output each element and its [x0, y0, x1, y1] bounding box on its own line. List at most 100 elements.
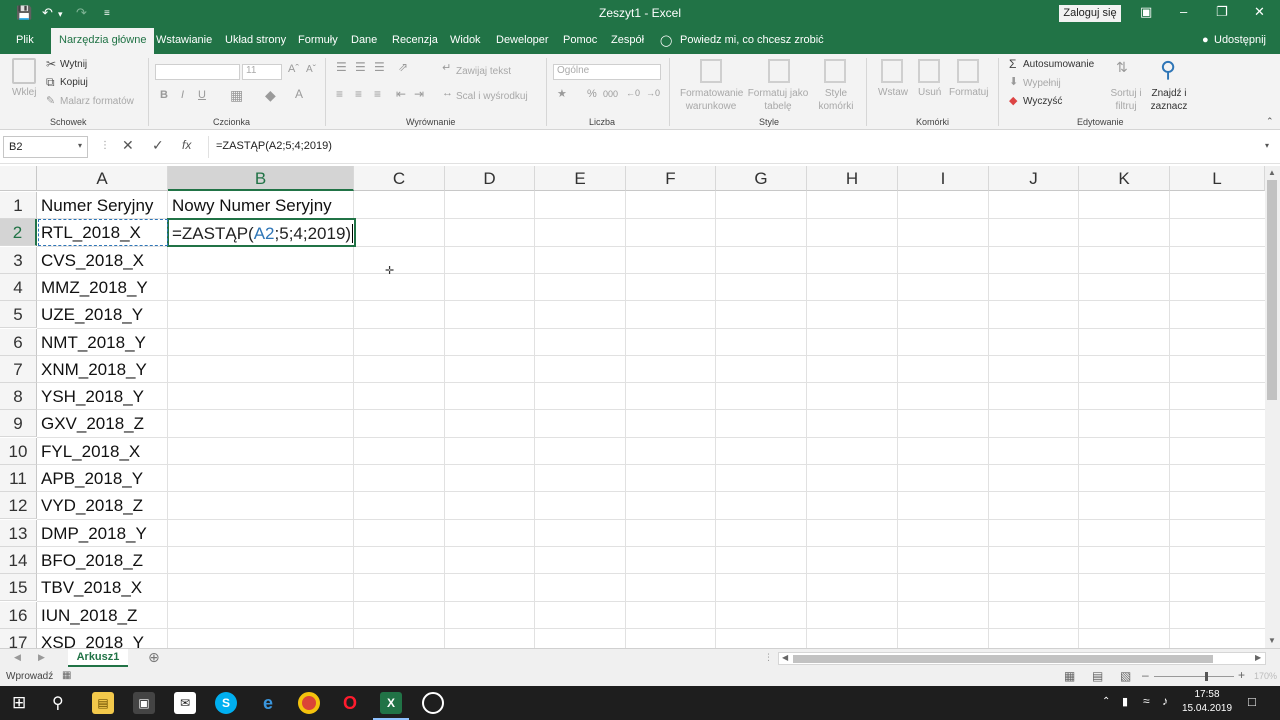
underline-icon[interactable]: U	[198, 89, 206, 101]
normal-view-icon[interactable]: ▦	[1064, 669, 1075, 683]
chrome-icon[interactable]	[298, 692, 320, 714]
volume-icon[interactable]: ♪	[1162, 694, 1168, 708]
row-header-11[interactable]: 11	[0, 465, 37, 492]
row-header-17[interactable]: 17	[0, 628, 37, 648]
column-header-j[interactable]: J	[989, 166, 1079, 191]
align-middle-icon[interactable]: ☰	[355, 60, 366, 74]
tab-uklad-strony[interactable]: Układ strony	[225, 34, 286, 46]
paste-icon[interactable]	[12, 58, 36, 84]
cell-A10[interactable]: FYL_2018_X	[37, 438, 140, 465]
row-header-14[interactable]: 14	[0, 546, 37, 574]
cell-A17[interactable]: XSD_2018_Y	[37, 629, 144, 648]
cell-A7[interactable]: XNM_2018_Y	[37, 356, 147, 383]
copy-button[interactable]: Kopiuj	[60, 77, 88, 88]
cell-A16[interactable]: IUN_2018_Z	[37, 602, 137, 629]
tab-wstawianie[interactable]: Wstawianie	[156, 34, 212, 46]
column-header-h[interactable]: H	[807, 166, 898, 191]
font-color-icon[interactable]: A	[295, 87, 303, 101]
row-header-13[interactable]: 13	[0, 519, 37, 547]
fill-color-icon[interactable]: ◆	[265, 87, 276, 104]
skype-icon[interactable]: S	[215, 692, 237, 714]
add-sheet-icon[interactable]: ⊕	[148, 649, 160, 666]
tab-deweloper[interactable]: Deweloper	[496, 34, 549, 46]
row-header-7[interactable]: 7	[0, 355, 37, 383]
row-header-16[interactable]: 16	[0, 601, 37, 629]
paste-button[interactable]: Wklej	[12, 87, 36, 98]
align-right-icon[interactable]: ≡	[374, 87, 381, 101]
scroll-up-icon[interactable]: ▲	[1268, 168, 1276, 177]
find-select-button[interactable]: Znajdź i zaznacz	[1148, 87, 1190, 113]
cell-styles-button[interactable]: Style komórki	[812, 87, 860, 113]
orientation-icon[interactable]: ⇗	[398, 60, 408, 74]
borders-icon[interactable]: ▦	[230, 87, 243, 104]
name-box[interactable]: B2	[3, 136, 88, 158]
cell-A5[interactable]: UZE_2018_Y	[37, 301, 143, 328]
hscroll-thumb[interactable]	[793, 655, 1213, 663]
windows-start-icon[interactable]: ⊞	[12, 693, 26, 713]
edge-icon[interactable]: e	[257, 692, 279, 714]
shrink-font-icon[interactable]: Aˇ	[306, 64, 316, 75]
decrease-indent-icon[interactable]: ⇤	[396, 87, 406, 101]
scroll-down-icon[interactable]: ▼	[1268, 636, 1276, 645]
increase-indent-icon[interactable]: ⇥	[414, 87, 424, 101]
network-icon[interactable]: ≈	[1143, 694, 1150, 708]
format-cells-button[interactable]: Formatuj	[949, 87, 988, 98]
tell-me-search[interactable]: Powiedz mi, co chcesz zrobić	[680, 34, 824, 46]
cell-B2-editor[interactable]: =ZASTĄP(A2;5;4;2019)	[172, 220, 354, 247]
row-header-10[interactable]: 10	[0, 437, 37, 465]
column-header-l[interactable]: L	[1170, 166, 1265, 191]
horizontal-scrollbar[interactable]: ◀ ▶	[778, 652, 1266, 665]
autosum-button[interactable]: Autosumowanie	[1023, 59, 1094, 70]
formula-input[interactable]: =ZASTĄP(A2;5;4;2019)	[208, 136, 1276, 158]
delete-cells-button[interactable]: Usuń	[918, 87, 941, 98]
row-header-8[interactable]: 8	[0, 383, 37, 411]
clear-button[interactable]: Wyczyść	[1023, 96, 1062, 107]
align-top-icon[interactable]: ☰	[336, 60, 347, 74]
row-header-4[interactable]: 4	[0, 273, 37, 301]
cell-A14[interactable]: BFO_2018_Z	[37, 547, 143, 574]
tab-recenzja[interactable]: Recenzja	[392, 34, 438, 46]
cell-A9[interactable]: GXV_2018_Z	[37, 410, 144, 437]
obs-icon[interactable]	[422, 692, 444, 714]
wrap-text-button[interactable]: Zawijaj tekst	[456, 66, 511, 77]
insert-cells-button[interactable]: Wstaw	[878, 87, 908, 98]
cell-A11[interactable]: APB_2018_Y	[37, 465, 143, 492]
vertical-scrollbar[interactable]: ▲ ▼	[1265, 166, 1280, 648]
cell-A6[interactable]: NMT_2018_Y	[37, 329, 146, 356]
column-header-e[interactable]: E	[535, 166, 626, 191]
column-header-i[interactable]: I	[898, 166, 989, 191]
tab-narzedzia-glowne[interactable]: Narzędzia główne	[51, 28, 155, 54]
excel-taskbar-icon[interactable]: X	[380, 692, 402, 714]
scroll-right-icon[interactable]: ▶	[1255, 653, 1261, 662]
zoom-slider[interactable]	[1154, 676, 1234, 677]
tab-dane[interactable]: Dane	[351, 34, 377, 46]
name-box-dropdown-icon[interactable]: ▾	[78, 141, 82, 150]
zoom-out-icon[interactable]: –	[1142, 668, 1149, 682]
column-header-f[interactable]: F	[626, 166, 716, 191]
search-icon[interactable]: ⚲	[52, 693, 64, 713]
opera-icon[interactable]: O	[339, 692, 361, 714]
tab-pomoc[interactable]: Pomoc	[563, 34, 597, 46]
minimize-icon[interactable]: –	[1180, 4, 1187, 19]
row-header-1[interactable]: 1	[0, 192, 37, 219]
fill-button[interactable]: Wypełnij	[1023, 78, 1061, 89]
conditional-formatting-button[interactable]: Formatowanie warunkowe	[680, 87, 743, 113]
expand-formula-icon[interactable]: ▾	[1265, 141, 1269, 150]
grow-font-icon[interactable]: Aˆ	[288, 63, 299, 75]
insert-function-icon[interactable]: fx	[182, 138, 191, 152]
enter-icon[interactable]: ✓	[152, 137, 164, 154]
login-button[interactable]: Zaloguj się	[1059, 5, 1121, 22]
page-break-icon[interactable]: ▧	[1120, 669, 1131, 683]
row-header-12[interactable]: 12	[0, 492, 37, 520]
align-center-icon[interactable]: ≡	[355, 87, 362, 101]
scroll-thumb[interactable]	[1267, 180, 1277, 400]
column-header-a[interactable]: A	[37, 166, 168, 191]
cell-A12[interactable]: VYD_2018_Z	[37, 492, 143, 519]
scroll-left-icon[interactable]: ◀	[782, 653, 788, 662]
tray-chevron-icon[interactable]: ⌃	[1102, 696, 1110, 707]
cut-button[interactable]: Wytnij	[60, 59, 87, 70]
increase-decimal-icon[interactable]: ←0	[626, 88, 640, 98]
cell-A15[interactable]: TBV_2018_X	[37, 574, 142, 601]
merge-center-button[interactable]: Scal i wyśrodkuj	[456, 91, 528, 102]
collapse-ribbon-icon[interactable]: ⌃	[1266, 116, 1274, 127]
